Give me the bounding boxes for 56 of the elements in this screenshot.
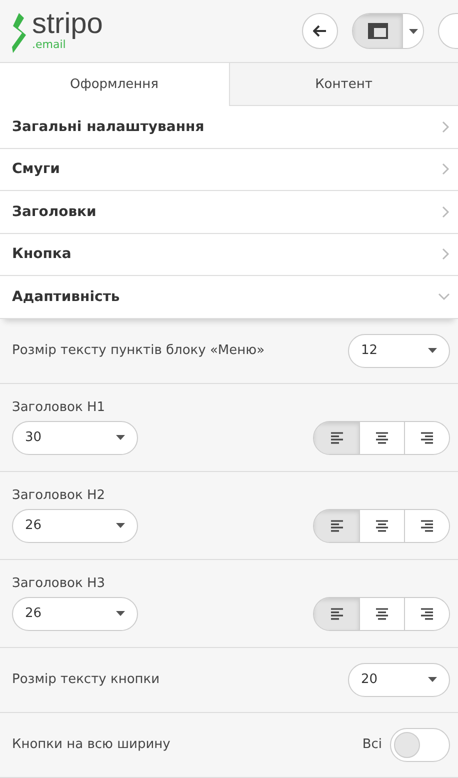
align-right-icon — [421, 520, 433, 532]
align-button[interactable] — [314, 422, 359, 454]
layout-toggle-button[interactable] — [353, 14, 403, 48]
caret-icon — [408, 28, 418, 34]
chevron-right-icon — [442, 248, 450, 260]
chevron-down-icon — [438, 292, 450, 301]
setting-label: Заголовок H3 — [12, 576, 106, 590]
select-field[interactable]: 26 — [12, 508, 138, 542]
dropdown-button[interactable] — [403, 14, 423, 48]
chevron-right-icon — [442, 120, 450, 133]
accordion-section[interactable]: Кнопка — [0, 234, 458, 276]
back-button[interactable] — [302, 13, 338, 49]
toggle-switch[interactable] — [390, 728, 450, 762]
align-center-icon — [376, 608, 388, 620]
setting-label: Розмір тексту кнопки — [12, 672, 160, 687]
align-button[interactable] — [404, 598, 449, 630]
setting-label: Розмір тексту пунктів блоку «Меню» — [12, 343, 265, 358]
accordion-section[interactable]: Загальні налаштування — [0, 106, 458, 148]
accordion-section[interactable]: Адаптивність — [0, 276, 458, 318]
align-left-icon — [330, 432, 342, 444]
align-button[interactable] — [359, 510, 404, 542]
align-button[interactable] — [404, 422, 449, 454]
tab[interactable]: Оформлення — [0, 63, 228, 106]
align-center-icon — [376, 432, 388, 444]
tab[interactable]: Контент — [228, 63, 458, 106]
chevron-right-icon — [442, 163, 450, 176]
caret-icon — [116, 435, 125, 440]
align-button[interactable] — [314, 598, 359, 630]
caret-icon — [428, 677, 437, 682]
align-left-icon — [330, 608, 342, 620]
setting-label: Кнопки на всю ширину — [12, 737, 170, 752]
caret-icon — [116, 611, 125, 616]
select-field[interactable]: 20 — [348, 662, 450, 696]
align-center-icon — [376, 520, 388, 532]
logo-text: stripo — [32, 9, 103, 39]
select-field[interactable]: 12 — [348, 334, 450, 368]
layout-icon — [368, 23, 388, 39]
toggle-label: Всі — [362, 737, 382, 752]
select-field[interactable]: 30 — [12, 420, 138, 454]
align-left-icon — [330, 520, 342, 532]
align-right-icon — [421, 608, 433, 620]
align-button[interactable] — [404, 510, 449, 542]
logo-suffix-text: .email — [32, 39, 66, 51]
setting-label: Заголовок H2 — [12, 488, 106, 502]
caret-icon — [428, 348, 437, 353]
align-button[interactable] — [314, 510, 359, 542]
align-button[interactable] — [359, 422, 404, 454]
chevron-right-icon — [442, 206, 450, 218]
setting-label: Заголовок H1 — [12, 400, 106, 414]
accordion-section[interactable]: Смуги — [0, 148, 458, 191]
arrow-left-icon — [313, 25, 327, 37]
select-field[interactable]: 26 — [12, 596, 138, 630]
caret-icon — [116, 523, 125, 528]
align-button[interactable] — [359, 598, 404, 630]
align-right-icon — [421, 432, 433, 444]
accordion-section[interactable]: Заголовки — [0, 191, 458, 234]
